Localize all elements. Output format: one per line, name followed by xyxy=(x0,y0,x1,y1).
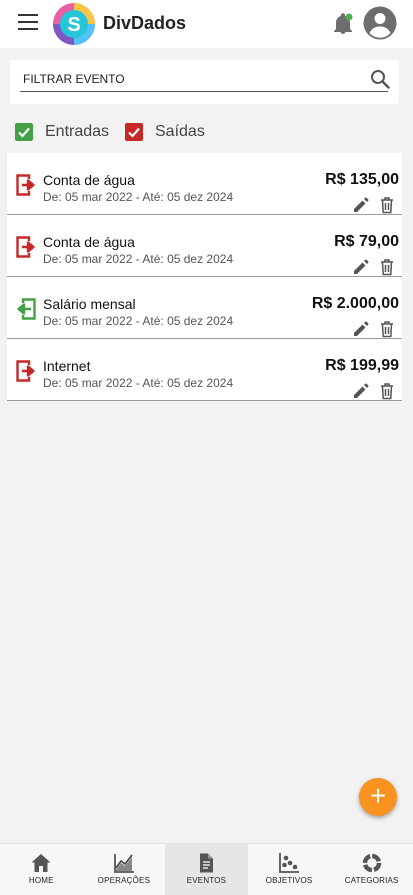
event-name: Conta de água xyxy=(43,172,135,188)
donut-chart-icon xyxy=(362,853,381,873)
event-amount: R$ 199,99 xyxy=(325,357,399,374)
event-name: Internet xyxy=(43,358,91,374)
app-logo-icon: S xyxy=(53,3,95,45)
svg-text:S: S xyxy=(67,14,80,36)
nav-label: HOME xyxy=(28,876,54,885)
nav-label: CATEGORIAS xyxy=(344,876,399,885)
notification-bell-icon[interactable] xyxy=(332,12,354,36)
app-bar: S DivDados xyxy=(0,0,413,48)
event-dates: De: 05 mar 2022 - Até: 05 dez 2024 xyxy=(43,190,234,204)
saidas-label: Saídas xyxy=(155,123,205,140)
plus-icon: + xyxy=(369,780,387,811)
event-list: Conta de água De: 05 mar 2022 - Até: 05 … xyxy=(7,153,402,401)
account-avatar-icon[interactable] xyxy=(363,6,397,40)
search-underline xyxy=(20,91,388,92)
nav-item-objetivos[interactable]: OBJETIVOS xyxy=(248,844,331,895)
nav-label: OBJETIVOS xyxy=(265,876,313,885)
entradas-label: Entradas xyxy=(45,123,110,140)
event-amount: R$ 79,00 xyxy=(334,233,399,250)
area-chart-icon xyxy=(113,854,134,873)
entradas-checkbox[interactable] xyxy=(15,123,33,141)
nav-item-eventos[interactable]: EVENTOS xyxy=(165,844,248,895)
edit-pencil-icon[interactable] xyxy=(352,382,370,400)
filter-entradas[interactable]: Entradas xyxy=(15,122,109,142)
event-dates: De: 05 mar 2022 - Até: 05 dez 2024 xyxy=(43,376,234,390)
event-name: Salário mensal xyxy=(43,296,136,312)
nav-label: EVENTOS xyxy=(186,876,227,885)
enter-icon xyxy=(17,298,36,320)
menu-icon[interactable] xyxy=(18,14,38,30)
search-card xyxy=(10,60,399,104)
event-name: Conta de água xyxy=(43,234,135,250)
home-icon xyxy=(31,854,51,872)
add-event-button[interactable]: + xyxy=(359,778,397,816)
trash-icon[interactable] xyxy=(379,382,395,400)
scatter-chart-icon xyxy=(279,853,300,873)
trash-icon[interactable] xyxy=(379,258,395,276)
document-icon xyxy=(200,853,214,873)
event-row[interactable]: Internet De: 05 mar 2022 - Até: 05 dez 2… xyxy=(7,339,402,401)
event-dates: De: 05 mar 2022 - Até: 05 dez 2024 xyxy=(43,252,234,266)
nav-item-home[interactable]: HOME xyxy=(0,844,83,895)
trash-icon[interactable] xyxy=(379,196,395,214)
event-row[interactable]: Conta de água De: 05 mar 2022 - Até: 05 … xyxy=(7,215,402,277)
bottom-nav: HOME OPERAÇÕES EVENTOS OBJETIVOS CATEGOR… xyxy=(0,843,413,895)
app-title: DivDados xyxy=(103,13,187,33)
event-dates: De: 05 mar 2022 - Até: 05 dez 2024 xyxy=(43,314,234,328)
search-icon[interactable] xyxy=(370,69,390,89)
edit-pencil-icon[interactable] xyxy=(352,196,370,214)
exit-icon xyxy=(16,236,35,258)
filter-saidas[interactable]: Saídas xyxy=(125,122,205,142)
trash-icon[interactable] xyxy=(379,320,395,338)
search-input[interactable] xyxy=(20,68,360,90)
event-row[interactable]: Salário mensal De: 05 mar 2022 - Até: 05… xyxy=(7,277,402,339)
saidas-checkbox[interactable] xyxy=(125,123,143,141)
exit-icon xyxy=(16,174,35,196)
nav-label: OPERAÇÕES xyxy=(97,876,151,885)
event-amount: R$ 2.000,00 xyxy=(311,295,399,312)
edit-pencil-icon[interactable] xyxy=(352,258,370,276)
edit-pencil-icon[interactable] xyxy=(352,320,370,338)
nav-item-categorias[interactable]: CATEGORIAS xyxy=(330,844,413,895)
nav-item-operacoes[interactable]: OPERAÇÕES xyxy=(83,844,166,895)
event-row[interactable]: Conta de água De: 05 mar 2022 - Até: 05 … xyxy=(7,153,402,215)
exit-icon xyxy=(16,360,35,382)
event-amount: R$ 135,00 xyxy=(325,171,399,188)
